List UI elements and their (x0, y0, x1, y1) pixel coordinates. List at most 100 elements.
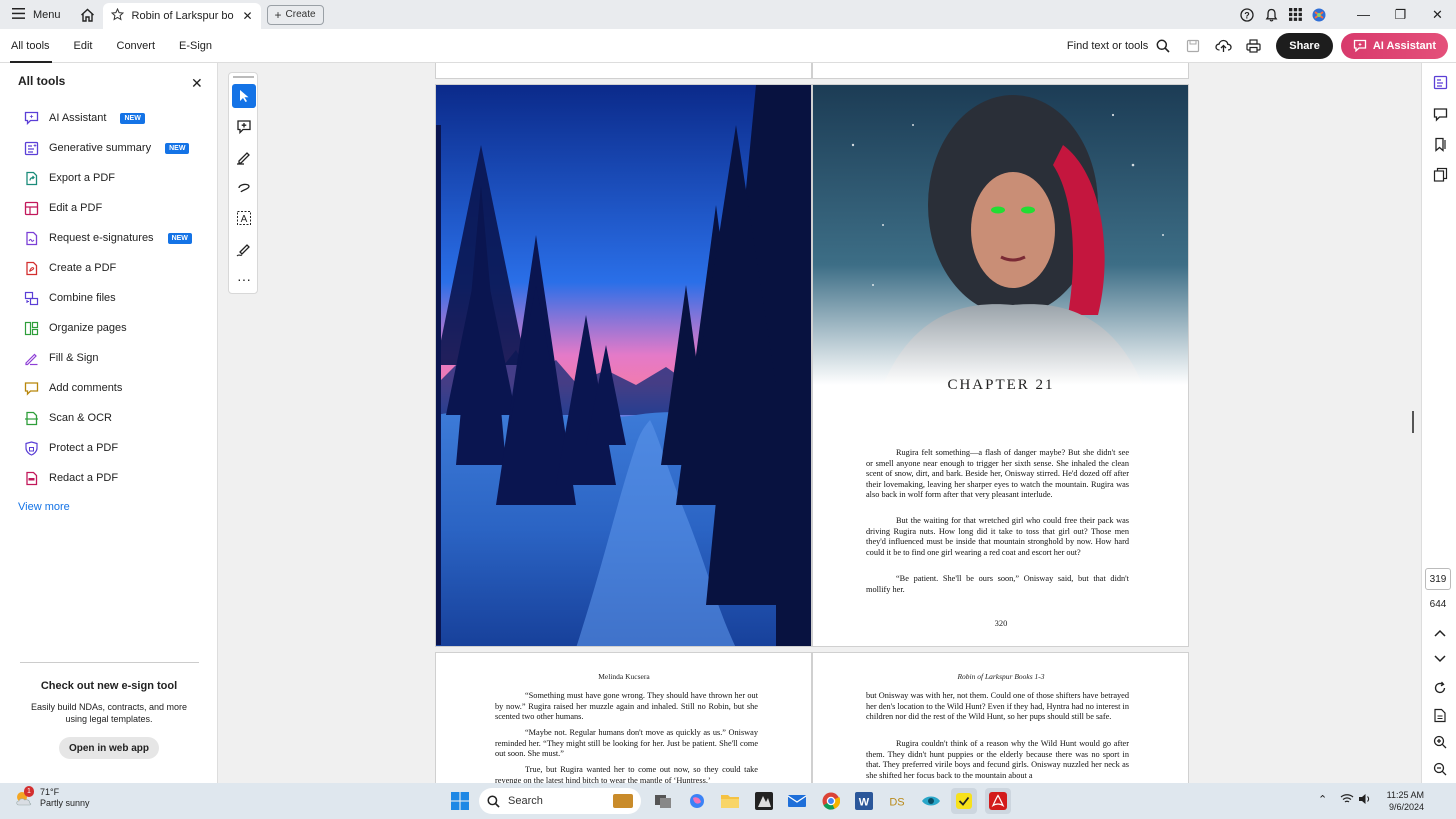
signature-pen-icon (236, 244, 250, 257)
add-comment-tool[interactable] (232, 115, 256, 139)
tasks-app-icon[interactable] (951, 788, 977, 814)
tool-fill-sign[interactable]: Fill & Sign (24, 347, 99, 369)
find-label: Find text or tools (1066, 39, 1149, 52)
daz-studio-icon[interactable]: DS (884, 788, 910, 814)
more-tools-icon[interactable]: ··· (232, 267, 256, 291)
tool-ai-assistant[interactable]: AI Assistant NEW (24, 107, 145, 129)
tool-label: Export a PDF (49, 172, 116, 184)
menu-button[interactable]: Menu (0, 0, 73, 29)
save-icon (1187, 39, 1200, 52)
ai-assistant-button[interactable]: AI Assistant (1340, 32, 1448, 59)
bell-icon[interactable] (1259, 0, 1283, 29)
tab-all-tools[interactable]: All tools (0, 29, 62, 63)
right-rail (1421, 63, 1456, 783)
sign-tool[interactable] (232, 237, 256, 261)
tool-organize-pages[interactable]: Organize pages (24, 317, 127, 339)
paragraph: “Be patient. She'll be ours soon,” Onisw… (866, 574, 1129, 594)
taskbar-search[interactable]: Search (479, 788, 641, 814)
scan-ocr-icon (24, 411, 39, 426)
minimize-button[interactable]: — (1345, 0, 1382, 29)
bookmarks-panel-icon[interactable] (1430, 134, 1450, 154)
create-button[interactable]: + Create (266, 4, 324, 25)
mail-icon[interactable] (784, 788, 810, 814)
tray-overflow-icon[interactable]: ⌃ (1318, 793, 1327, 806)
star-icon[interactable] (110, 7, 124, 24)
network-icon[interactable] (1340, 793, 1354, 808)
ai-summary-panel-icon[interactable] (1430, 72, 1450, 92)
ai-assistant-label: AI Assistant (1372, 39, 1436, 52)
hamburger-icon (12, 7, 25, 22)
close-panel-icon[interactable]: ✕ (191, 75, 203, 92)
export-pdf-icon (24, 171, 39, 186)
start-button[interactable] (447, 788, 473, 814)
tool-combine-files[interactable]: Combine files (24, 287, 116, 309)
page-previous-left (435, 63, 812, 79)
document-tab[interactable]: Robin of Larkspur books ... ✕ (102, 3, 261, 29)
tool-add-comments[interactable]: Add comments (24, 377, 122, 399)
apps-grid-icon[interactable] (1283, 0, 1307, 29)
tool-redact-pdf[interactable]: Redact a PDF (24, 467, 118, 489)
volume-icon[interactable] (1358, 793, 1372, 808)
comments-panel-icon[interactable] (1430, 104, 1450, 124)
share-button[interactable]: Share (1276, 32, 1333, 59)
highlighter-icon (237, 152, 250, 165)
home-button[interactable] (73, 0, 103, 29)
tool-request-esignatures[interactable]: Request e-signatures NEW (24, 227, 192, 249)
draw-tool[interactable] (232, 175, 256, 199)
tool-label: Generative summary (49, 142, 152, 154)
tab-edit[interactable]: Edit (62, 29, 105, 63)
word-icon[interactable]: W (851, 788, 877, 814)
tool-protect-pdf[interactable]: Protect a PDF (24, 437, 118, 459)
text-box-tool[interactable]: A (232, 206, 256, 230)
pages-panel-icon[interactable] (1430, 164, 1450, 184)
tool-label: Redact a PDF (49, 472, 119, 484)
zoom-in-icon[interactable] (1430, 732, 1450, 752)
rotate-icon[interactable] (1430, 678, 1450, 698)
terminal-app-icon[interactable] (751, 788, 777, 814)
tab-convert[interactable]: Convert (105, 29, 168, 63)
acrobat-icon[interactable] (985, 788, 1011, 814)
system-clock[interactable]: 11:25 AM 9/6/2024 (1380, 789, 1424, 813)
user-avatar-icon[interactable] (1307, 0, 1331, 29)
copilot-icon[interactable] (684, 788, 710, 814)
tab-e-sign[interactable]: E-Sign (167, 29, 224, 63)
task-view-icon[interactable] (650, 788, 676, 814)
tool-label: Combine files (49, 292, 116, 304)
scrollbar-thumb[interactable] (1412, 411, 1414, 433)
close-window-button[interactable]: ✕ (1419, 0, 1456, 29)
tool-generative-summary[interactable]: Generative summary NEW (24, 137, 190, 159)
print-button[interactable] (1238, 29, 1268, 63)
upload-cloud-button[interactable] (1208, 29, 1238, 63)
request-signature-icon (24, 231, 39, 246)
tool-create-pdf[interactable]: Create a PDF (24, 257, 116, 279)
eye-app-icon[interactable] (918, 788, 944, 814)
svg-text:DS: DS (889, 797, 904, 809)
tool-scan-ocr[interactable]: Scan & OCR (24, 407, 112, 429)
page-fit-icon[interactable] (1430, 705, 1450, 725)
total-pages: 644 (1429, 599, 1447, 610)
chrome-icon[interactable] (818, 788, 844, 814)
save-button[interactable] (1178, 29, 1208, 63)
open-web-app-button[interactable]: Open in web app (59, 737, 159, 759)
view-more-link[interactable]: View more (18, 501, 70, 513)
select-tool[interactable] (232, 84, 256, 108)
tool-edit-pdf[interactable]: Edit a PDF (24, 197, 102, 219)
help-icon[interactable]: ? (1235, 0, 1259, 29)
tool-export-pdf[interactable]: Export a PDF (24, 167, 115, 189)
running-head: Robin of Larkspur Books 1-3 (957, 672, 1045, 681)
svg-text:W: W (859, 797, 870, 809)
restore-button[interactable]: ❐ (1382, 0, 1419, 29)
document-viewport[interactable]: CHAPTER 21 Rugira felt something—a flash… (219, 63, 1406, 783)
paragraph: “Maybe not. Regular humans don't move as… (495, 728, 758, 758)
drag-handle[interactable] (233, 76, 254, 78)
current-page-input[interactable]: 319 (1425, 568, 1451, 590)
zoom-out-icon[interactable] (1430, 759, 1450, 779)
page-down-icon[interactable] (1430, 649, 1450, 669)
close-tab-icon[interactable]: ✕ (242, 9, 252, 23)
find-tools-button[interactable]: Find text or tools (1067, 39, 1178, 53)
highlight-tool[interactable] (232, 145, 256, 169)
page-up-icon[interactable] (1430, 623, 1450, 643)
weather-widget[interactable]: 1 71°F Partly sunny (14, 786, 90, 809)
tool-label: Organize pages (49, 322, 127, 334)
file-explorer-icon[interactable] (717, 788, 743, 814)
